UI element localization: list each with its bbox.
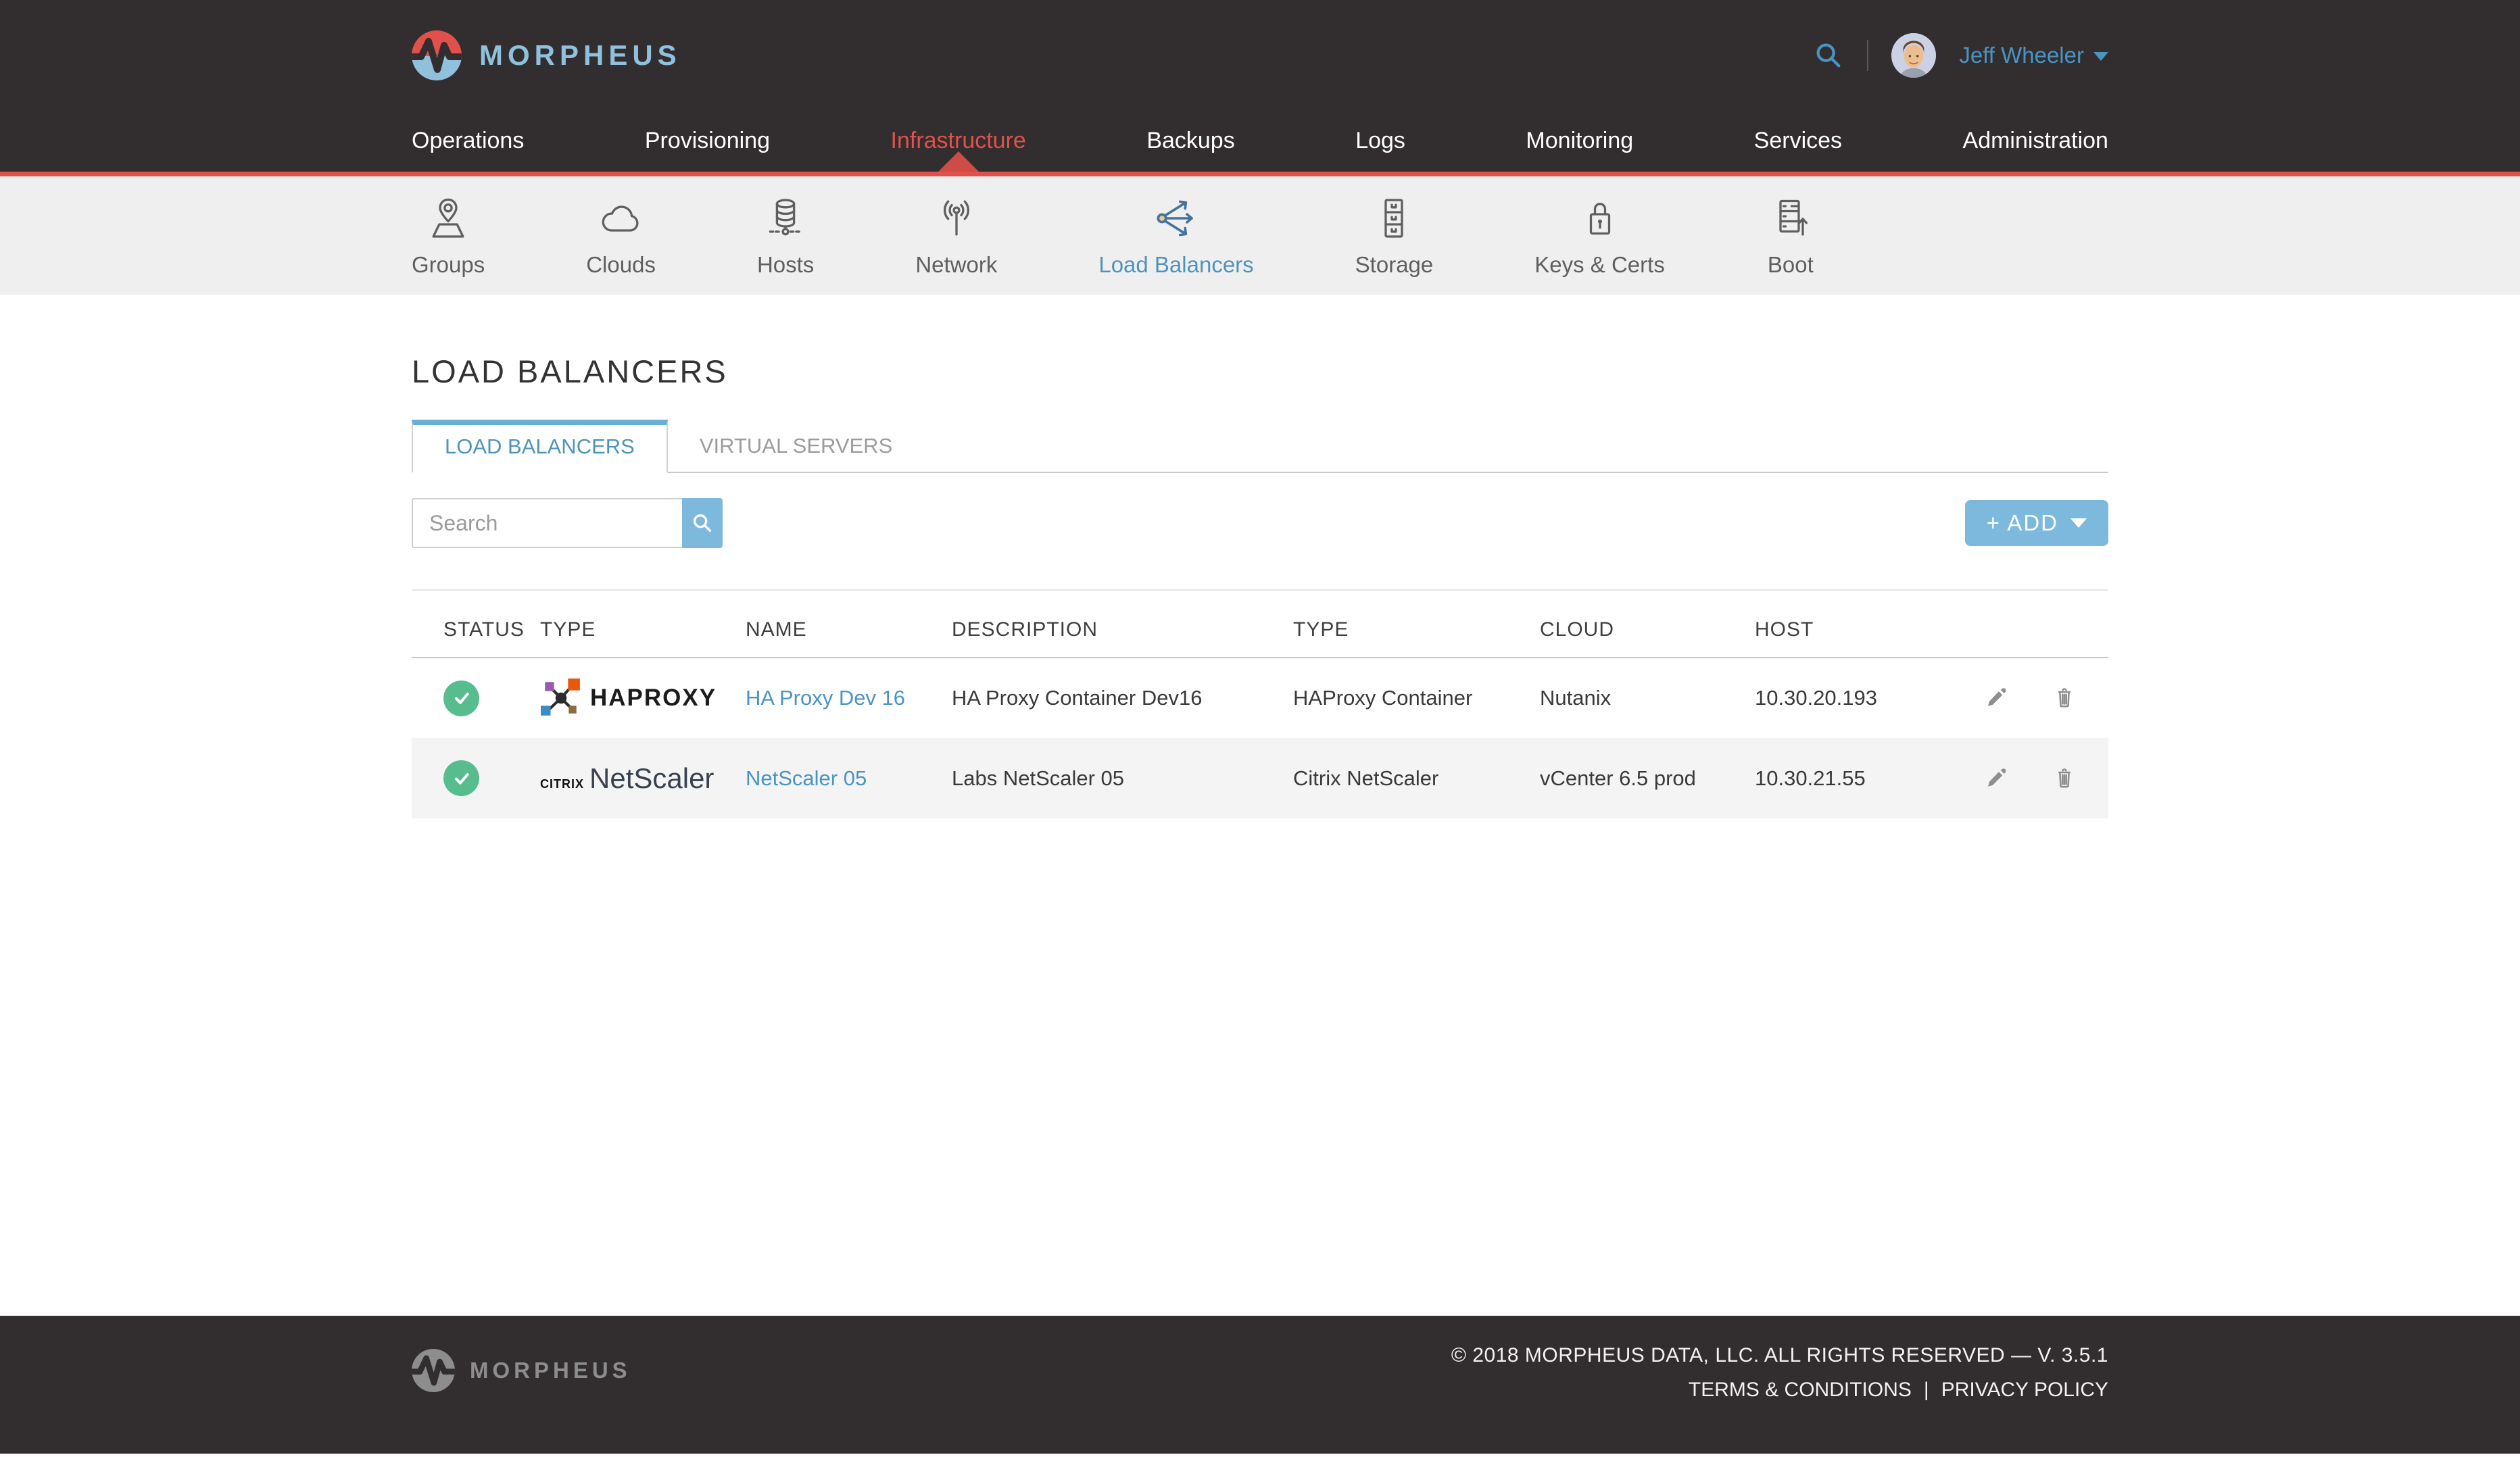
subnav-label: Network: [915, 252, 997, 278]
delete-button[interactable]: [2052, 766, 2077, 791]
cell-cloud: Nutanix: [1540, 658, 1755, 738]
user-menu[interactable]: Jeff Wheeler: [1959, 43, 2108, 68]
toolbar: + ADD: [412, 498, 2108, 548]
load-balancer-name-link[interactable]: NetScaler 05: [746, 766, 867, 790]
table-row: HAPROXY HA Proxy Dev 16 HA Proxy Contain…: [412, 658, 2108, 738]
column-header-type2: TYPE: [1293, 590, 1540, 658]
haproxy-logo: HAPROXY: [540, 677, 746, 719]
search-icon[interactable]: [1813, 40, 1844, 71]
links-separator: |: [1924, 1379, 1929, 1401]
column-header-description: DESCRIPTION: [952, 590, 1293, 658]
tab-virtual-servers[interactable]: VIRTUAL SERVERS: [668, 420, 924, 472]
netscaler-logo-text: NetScaler: [589, 762, 714, 795]
column-header-name: NAME: [746, 590, 952, 658]
nav-item-services[interactable]: Services: [1754, 110, 1842, 172]
nav-item-operations[interactable]: Operations: [412, 110, 524, 172]
subnav-label: Storage: [1355, 252, 1434, 278]
footer-brand-name: MORPHEUS: [470, 1358, 631, 1383]
header-divider: [1867, 40, 1868, 71]
add-button[interactable]: + ADD: [1965, 500, 2108, 546]
nav-item-logs[interactable]: Logs: [1355, 110, 1405, 172]
brand-name: MORPHEUS: [479, 39, 681, 72]
load-balancer-name-link[interactable]: HA Proxy Dev 16: [746, 686, 905, 710]
subnav-item-clouds[interactable]: Clouds: [586, 194, 656, 278]
subnav-label: Keys & Certs: [1534, 252, 1665, 278]
copyright-text: © 2018 MORPHEUS DATA, LLC. ALL RIGHTS RE…: [1451, 1344, 2108, 1367]
tab-load-balancers[interactable]: LOAD BALANCERS: [412, 420, 668, 473]
column-header-cloud: CLOUD: [1540, 590, 1755, 658]
chevron-down-icon: [2093, 52, 2108, 61]
subnav-label: Clouds: [586, 252, 656, 278]
subnav-label: Load Balancers: [1098, 252, 1253, 278]
database-icon: [761, 194, 810, 243]
edit-button[interactable]: [1984, 766, 2010, 791]
nav-item-infrastructure[interactable]: Infrastructure: [891, 110, 1026, 172]
morpheus-logo[interactable]: MORPHEUS: [412, 30, 681, 80]
nav-item-administration[interactable]: Administration: [1963, 110, 2108, 172]
nav-item-backups[interactable]: Backups: [1146, 110, 1234, 172]
subnav-label: Boot: [1768, 252, 1814, 278]
subnav-item-network[interactable]: Network: [915, 194, 997, 278]
status-ok-icon: [443, 681, 479, 716]
status-ok-icon: [443, 760, 479, 796]
page-title: LOAD BALANCERS: [412, 295, 2108, 390]
citrix-logo-text: citrix: [540, 773, 584, 793]
cell-host: 10.30.20.193: [1755, 658, 1946, 738]
subnav-item-storage[interactable]: Storage: [1355, 194, 1434, 278]
subnav-item-keys-certs[interactable]: Keys & Certs: [1534, 194, 1665, 278]
nav-item-monitoring[interactable]: Monitoring: [1526, 110, 1633, 172]
terms-link[interactable]: TERMS & CONDITIONS: [1689, 1379, 1912, 1401]
search-icon: [691, 512, 714, 535]
main-navbar: Operations Provisioning Infrastructure B…: [0, 110, 2520, 176]
column-header-type: TYPE: [540, 590, 746, 658]
column-header-actions: [1946, 590, 2108, 658]
tab-bar: LOAD BALANCERS VIRTUAL SERVERS: [412, 420, 2108, 473]
morpheus-logo-icon: [412, 1349, 455, 1392]
cell-host: 10.30.21.55: [1755, 738, 1946, 818]
load-balancer-icon: [1152, 194, 1201, 243]
cloud-icon: [597, 194, 646, 243]
top-header: MORPHEUS: [0, 0, 2520, 110]
add-button-label: + ADD: [1987, 510, 2058, 536]
privacy-link[interactable]: PRIVACY POLICY: [1941, 1379, 2108, 1401]
nav-item-provisioning[interactable]: Provisioning: [645, 110, 770, 172]
cell-type: HAProxy Container: [1293, 658, 1540, 738]
cell-cloud: vCenter 6.5 prod: [1540, 738, 1755, 818]
chevron-down-icon: [2070, 518, 2087, 528]
footer-morpheus-logo: MORPHEUS: [412, 1339, 631, 1402]
morpheus-logo-icon: [412, 30, 462, 80]
storage-drawers-icon: [1370, 194, 1418, 243]
footer: MORPHEUS © 2018 MORPHEUS DATA, LLC. ALL …: [0, 1316, 2520, 1454]
table-header-row: STATUS TYPE NAME DESCRIPTION TYPE CLOUD …: [412, 590, 2108, 658]
haproxy-logo-text: HAPROXY: [590, 685, 717, 712]
column-header-host: HOST: [1755, 590, 1946, 658]
map-pin-icon: [424, 194, 472, 243]
search-input[interactable]: [412, 498, 682, 548]
table-row: citrix NetScaler NetScaler 05 Labs NetSc…: [412, 738, 2108, 818]
subnav-item-hosts[interactable]: Hosts: [757, 194, 814, 278]
column-header-status: STATUS: [412, 590, 540, 658]
cell-type: Citrix NetScaler: [1293, 738, 1540, 818]
boot-server-icon: [1766, 194, 1815, 243]
user-name: Jeff Wheeler: [1959, 43, 2084, 68]
citrix-netscaler-logo: citrix NetScaler: [540, 762, 746, 795]
infrastructure-subnav: Groups Clouds Ho: [0, 176, 2520, 295]
main-content: LOAD BALANCERS LOAD BALANCERS VIRTUAL SE…: [0, 295, 2520, 1316]
avatar[interactable]: [1891, 33, 1936, 78]
antenna-icon: [932, 194, 981, 243]
search-button[interactable]: [682, 498, 723, 548]
padlock-icon: [1576, 194, 1624, 243]
subnav-item-load-balancers[interactable]: Load Balancers: [1098, 194, 1253, 278]
subnav-item-boot[interactable]: Boot: [1766, 194, 1815, 278]
cell-description: Labs NetScaler 05: [952, 738, 1293, 818]
subnav-item-groups[interactable]: Groups: [412, 194, 485, 278]
delete-button[interactable]: [2052, 685, 2077, 711]
edit-button[interactable]: [1984, 685, 2010, 711]
subnav-label: Hosts: [757, 252, 814, 278]
subnav-label: Groups: [412, 252, 485, 278]
load-balancers-table: STATUS TYPE NAME DESCRIPTION TYPE CLOUD …: [412, 589, 2108, 818]
cell-description: HA Proxy Container Dev16: [952, 658, 1293, 738]
